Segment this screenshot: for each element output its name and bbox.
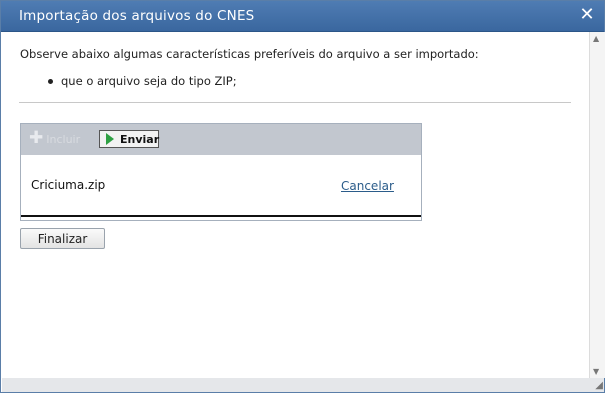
close-icon[interactable]: ✕ xyxy=(578,5,596,25)
upload-progress-line xyxy=(21,215,421,217)
add-file-label: Incluir xyxy=(46,133,81,146)
resize-grip-icon[interactable]: ◢ xyxy=(595,380,603,391)
file-upload-panel: ✚ Incluir Enviar Criciuma.zip Cancelar xyxy=(20,123,422,221)
scroll-down-icon[interactable]: ▼ xyxy=(593,367,599,376)
dialog-footer: ◢ xyxy=(2,378,604,392)
dialog-content: Observe abaixo algumas características p… xyxy=(2,32,589,378)
send-label: Enviar xyxy=(120,133,160,146)
divider xyxy=(19,102,571,103)
cancel-link[interactable]: Cancelar xyxy=(341,179,394,193)
upload-toolbar: ✚ Incluir Enviar xyxy=(21,124,421,155)
finish-button[interactable]: Finalizar xyxy=(20,228,105,249)
intro-text: Observe abaixo algumas características p… xyxy=(20,47,479,61)
play-arrow-icon xyxy=(106,133,114,145)
plus-icon: ✚ xyxy=(29,128,44,148)
send-button[interactable]: Enviar xyxy=(99,130,159,148)
bullet-text: que o arquivo seja do tipo ZIP; xyxy=(61,74,237,88)
dialog-title: Importação dos arquivos do CNES xyxy=(19,8,255,24)
scroll-up-icon[interactable]: ▲ xyxy=(593,34,599,43)
dialog-titlebar[interactable]: Importação dos arquivos do CNES ✕ xyxy=(1,1,604,32)
list-item: que o arquivo seja do tipo ZIP; xyxy=(48,74,237,88)
file-name: Criciuma.zip xyxy=(31,178,106,192)
file-row: Criciuma.zip Cancelar xyxy=(31,178,411,196)
import-dialog: Importação dos arquivos do CNES ✕ Observ… xyxy=(0,0,605,393)
vertical-scrollbar[interactable]: ▲ ▼ xyxy=(589,32,605,378)
add-file-button[interactable]: ✚ Incluir xyxy=(29,130,80,148)
bullet-icon xyxy=(48,79,53,84)
